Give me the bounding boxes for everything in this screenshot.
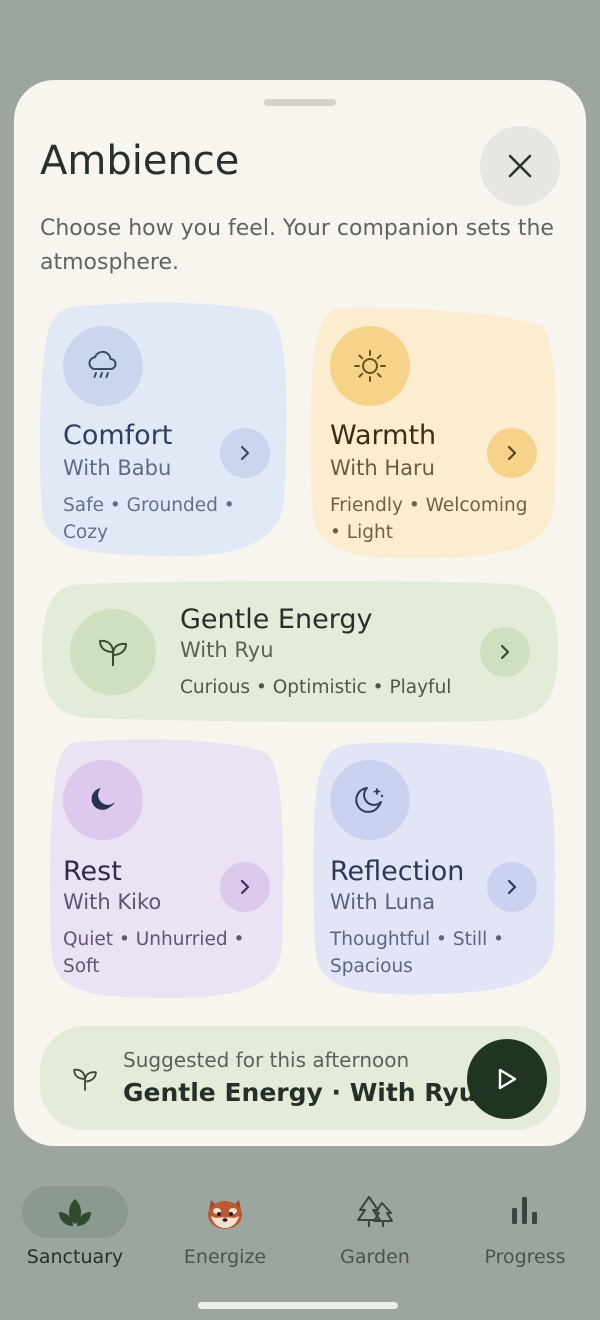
gentle-energy-icon-circle [70,609,156,695]
home-indicator[interactable] [198,1302,398,1309]
chevron-right-icon [240,879,250,895]
card-arrow-button[interactable] [487,862,537,912]
sheet-drag-handle[interactable] [264,99,336,106]
card-tags: Safe • Grounded • Cozy [63,495,235,543]
card-warmth[interactable]: Warmth With Haru Friendly • Welcoming • … [310,306,558,562]
card-name: Gentle Energy [180,604,373,635]
sheet-subtitle: Choose how you feel. Your companion sets… [40,216,554,275]
reflection-icon-circle [330,760,410,840]
card-comfort[interactable]: Comfort With Babu Safe • Grounded • Cozy [40,302,288,560]
tab-sanctuary[interactable]: Sanctuary [0,1186,150,1286]
tab-progress[interactable]: Progress [450,1186,600,1286]
tab-garden[interactable]: Garden [300,1186,450,1286]
card-companion: With Luna [330,890,436,914]
card-arrow-button[interactable] [487,428,537,478]
chevron-right-icon [507,879,517,895]
play-button[interactable] [467,1039,547,1119]
card-companion: With Haru [330,456,435,480]
suggestion-label: Suggested for this afternoon [123,1048,410,1072]
chevron-right-icon [507,445,517,461]
card-companion: With Kiko [63,890,162,914]
bar-chart-icon [512,1197,537,1224]
sun-icon [354,350,386,382]
close-icon [508,154,532,178]
comfort-icon-circle [63,326,143,406]
card-name: Reflection [330,856,465,887]
ambience-sheet: Ambience Choose how you feel. Your compa… [14,80,586,1146]
card-reflection[interactable]: Reflection With Luna Thoughtful • Still … [312,742,558,996]
bottom-tab-bar: Sanctuary Energize Garden Progress [0,1170,600,1320]
suggestion-bar[interactable]: Suggested for this afternoon Gentle Ener… [40,1026,560,1130]
card-arrow-button[interactable] [220,428,270,478]
card-name: Comfort [63,420,173,451]
trees-icon [357,1196,393,1227]
tab-label: Garden [340,1246,410,1268]
chevron-right-icon [240,445,250,461]
sheet-title: Ambience [40,138,240,184]
warmth-icon-circle [330,326,410,406]
card-tags: Friendly • Welcoming • Light [330,495,528,543]
chevron-right-icon [500,644,510,660]
tab-label: Sanctuary [26,1246,124,1268]
suggestion-value: Gentle Energy · With Ryu [123,1078,477,1107]
moon-icon [91,788,115,810]
leaves-icon [59,1199,91,1226]
tab-label: Energize [183,1246,267,1268]
card-companion: With Babu [63,456,172,480]
rain-cloud-icon [88,350,117,378]
card-tags: Quiet • Unhurried • Soft [63,929,245,977]
sprout-icon [99,639,127,666]
red-panda-icon [208,1200,242,1229]
card-rest[interactable]: Rest With Kiko Quiet • Unhurried • Soft [48,738,286,1000]
moon-stars-icon [355,787,384,813]
card-arrow-button[interactable] [220,862,270,912]
rest-icon-circle [63,760,143,840]
play-icon [498,1068,517,1090]
card-gentle-energy[interactable]: Gentle Energy With Ryu Curious • Optimis… [40,580,560,722]
card-tags: Curious • Optimistic • Playful [180,677,452,698]
tab-label: Progress [484,1246,566,1268]
card-name: Warmth [330,420,437,451]
card-name: Rest [63,856,122,887]
card-tags: Thoughtful • Still • Spacious [330,929,505,977]
close-button[interactable] [480,126,560,206]
card-arrow-button[interactable] [480,627,530,677]
card-companion: With Ryu [180,638,274,662]
tab-energize[interactable]: Energize [150,1186,300,1286]
sprout-icon [73,1068,97,1091]
